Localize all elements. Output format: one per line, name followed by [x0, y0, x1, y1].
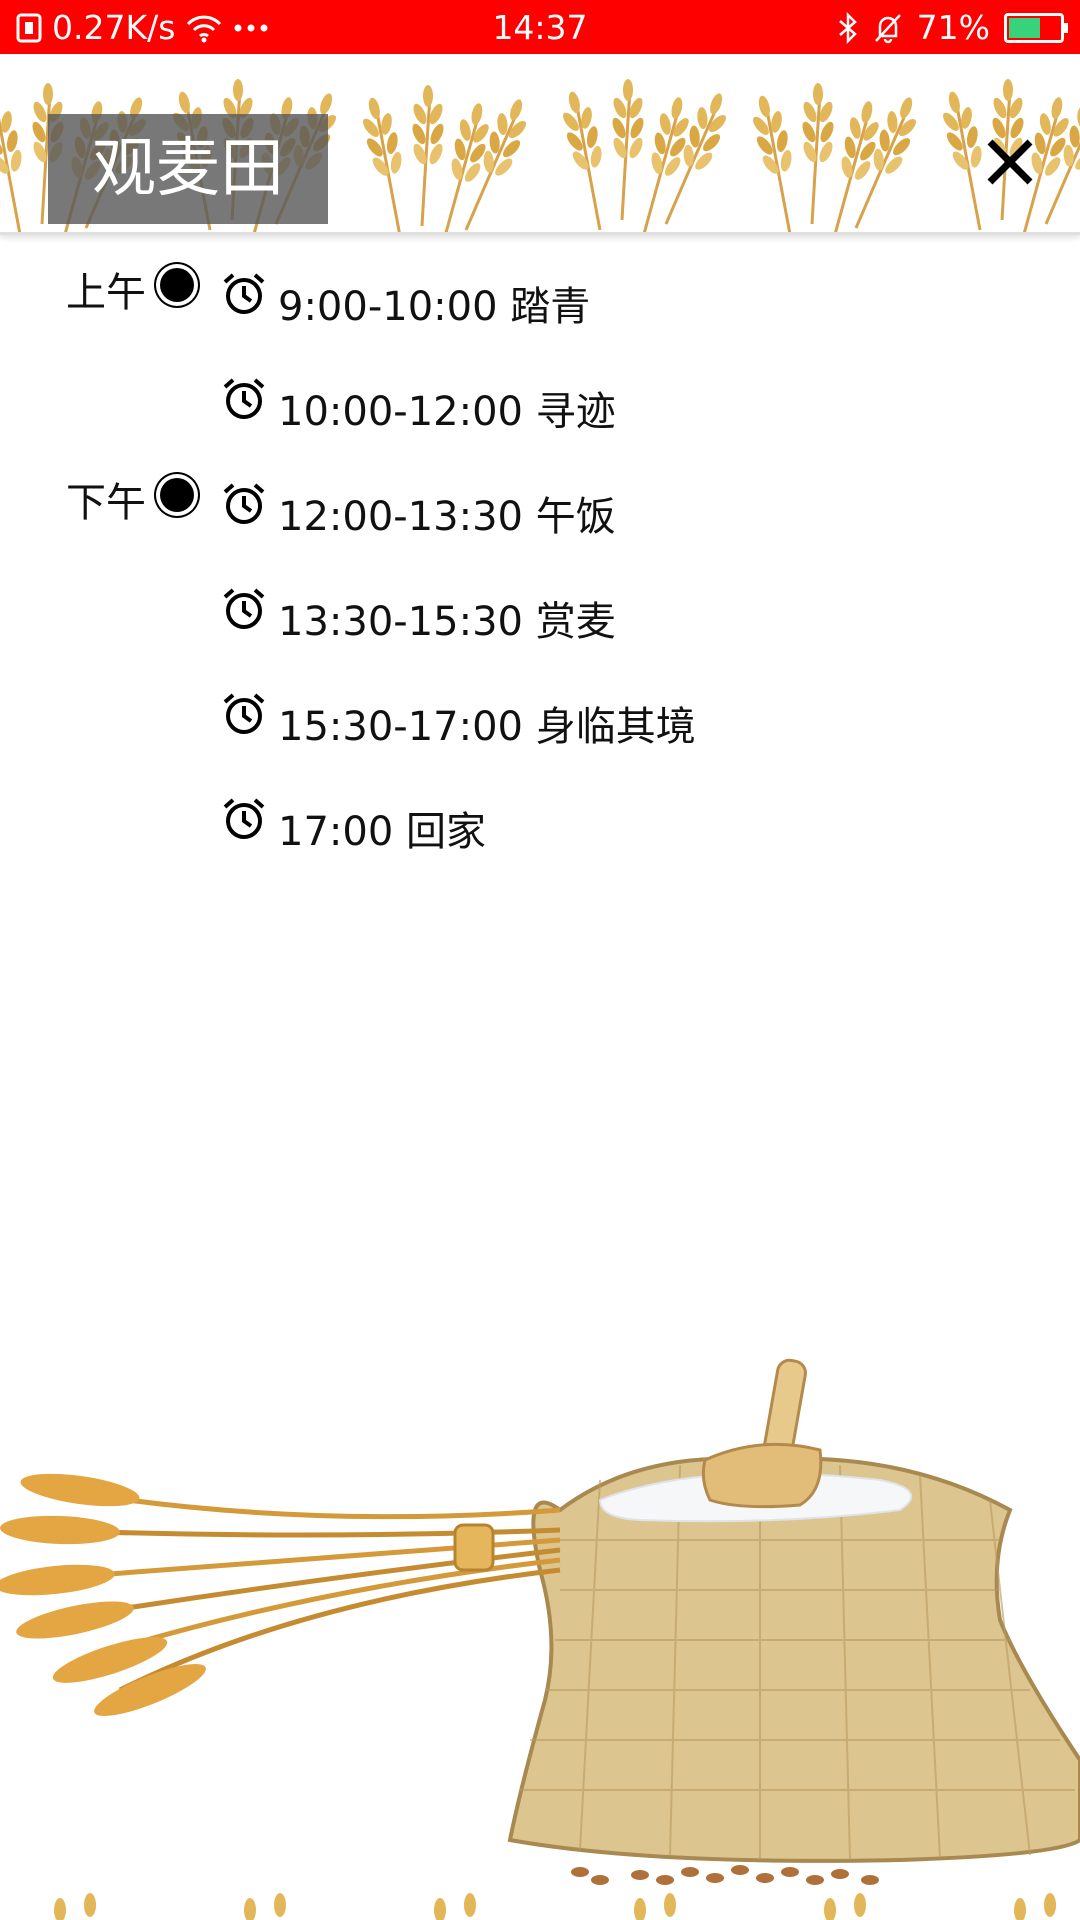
- wheat-pattern-bottom: [54, 1893, 1056, 1920]
- wheat-sack-illustration: [0, 1358, 1080, 1885]
- alarm-clock-icon: [223, 483, 265, 524]
- close-icon[interactable]: [980, 132, 1040, 192]
- alarm-clock-icon: [223, 378, 265, 419]
- schedule-item-text: 15:30-17:00 身临其境: [278, 694, 696, 752]
- schedule-item-text: 10:00-12:00 寻迹: [278, 379, 616, 437]
- item-time: 9:00-10:00: [278, 284, 498, 330]
- item-activity: 午饭: [535, 494, 616, 540]
- schedule-item-text: 13:30-15:30 赏麦: [278, 589, 616, 647]
- alarm-clock-icon: [223, 588, 265, 629]
- item-time: 10:00-12:00: [278, 389, 523, 435]
- list-item: 下午 12:00-13:30 午饭: [0, 470, 1080, 550]
- alarm-clock-icon: [223, 273, 265, 314]
- schedule-item-text: 9:00-10:00 踏青: [278, 274, 590, 332]
- timeline-dot: [160, 478, 194, 512]
- wheat-bundle: [0, 1473, 561, 1716]
- item-time: 13:30-15:30: [278, 599, 523, 645]
- scoop: [701, 1358, 823, 1509]
- item-activity: 赏麦: [535, 599, 616, 645]
- alarm-clock-icon: [223, 798, 265, 839]
- battery-percent: 71%: [916, 8, 990, 47]
- header-banner: 观麦田: [0, 54, 1080, 235]
- mute-bell-icon: [874, 13, 901, 43]
- period-label-afternoon: 下午: [66, 480, 146, 526]
- list-item: 10:00-12:00 寻迹: [0, 365, 1080, 445]
- item-time: 12:00-13:30: [278, 494, 523, 540]
- list-item: 17:00 回家: [0, 785, 1080, 865]
- item-activity: 回家: [406, 809, 486, 855]
- bluetooth-icon: [838, 11, 857, 44]
- status-bar: 0.27K/s 14:37 71%: [0, 0, 1080, 54]
- status-right: 71%: [837, 8, 1068, 47]
- list-item: 上午 9:00-10:00 踏青: [0, 260, 1080, 340]
- item-activity: 身临其境: [535, 704, 696, 750]
- battery-fill: [1009, 17, 1041, 38]
- alarm-clock-icon: [223, 693, 265, 734]
- item-activity: 寻迹: [535, 389, 616, 435]
- item-activity: 踏青: [510, 284, 591, 330]
- list-item: 13:30-15:30 赏麦: [0, 575, 1080, 655]
- timeline-dot: [160, 268, 194, 302]
- schedule-item-text: 17:00 回家: [278, 799, 486, 857]
- item-time: 17:00: [278, 809, 394, 855]
- battery-icon: [1004, 12, 1068, 43]
- list-item: 15:30-17:00 身临其境: [0, 680, 1080, 760]
- page-title: 观麦田: [48, 114, 328, 224]
- item-time: 15:30-17:00: [278, 704, 523, 750]
- period-label-morning: 上午: [66, 270, 146, 316]
- schedule-item-text: 12:00-13:30 午饭: [278, 484, 616, 542]
